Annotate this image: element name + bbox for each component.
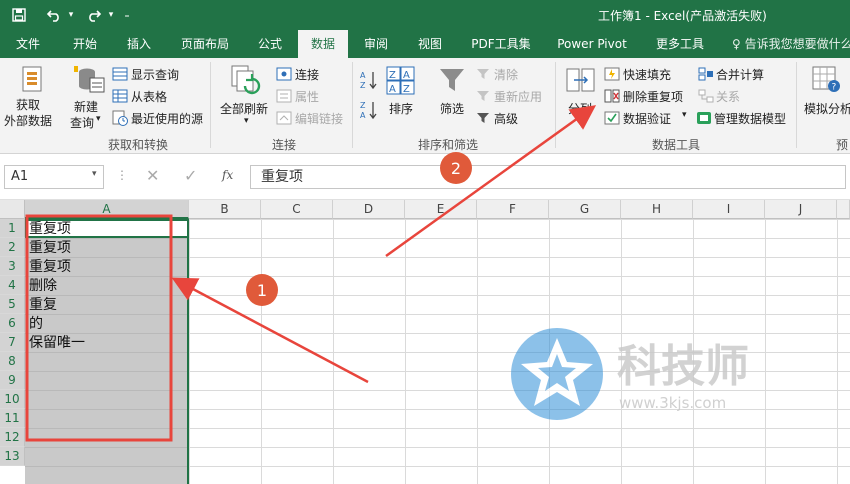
annotation-marker-1-label: 1: [257, 281, 267, 300]
annotation-overlay: 1 2: [25, 105, 597, 442]
excel-window: ▾ ▾ ₌ 工作簿1 - Excel(产品激活失败) 文件 开始 插入 页面布局…: [0, 0, 850, 484]
annotation-highlight-box: [25, 214, 173, 442]
annotation-arrow-2: [385, 105, 597, 258]
annotation-marker-2-label: 2: [451, 159, 461, 178]
